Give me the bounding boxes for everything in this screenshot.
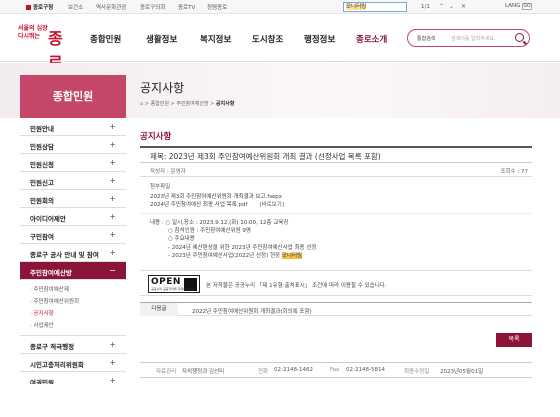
kogl-open-logo: OPEN 공공누리 공공저작물 자유이용허락 (148, 275, 200, 294)
language-select[interactable]: LANG (505, 3, 520, 9)
lnb-item[interactable]: 시민고충처리위원회 (20, 354, 126, 372)
find-close-icon[interactable]: ✕ (461, 3, 466, 10)
breadcrumb-current: 공지사항 (215, 101, 235, 107)
board-view: 공지사항 제목: 2023년 제3회 주민참여예산위원회 개최 결과 (선정사업… (140, 130, 532, 347)
post: 제목: 2023년 제3회 주민참여예산위원회 개최 결과 (선정사업 목록 포… (140, 146, 532, 317)
lnb-item[interactable]: 민원신청 (20, 154, 126, 172)
lnb-subitem[interactable]: · 사업제안 (30, 320, 126, 332)
list-button[interactable]: 목록 (496, 333, 532, 347)
attachments: 첨부파일 2023년 제3회 주민참여예산위원회 개최결과 보고.hwpx 20… (140, 177, 532, 214)
gnb-item[interactable]: 복지정보 (200, 33, 231, 45)
lnb-item[interactable]: 민원신고 (20, 172, 126, 190)
utility-link-home[interactable]: 종로구청 (26, 3, 53, 11)
left-nav: 민원안내 민원상담 민원신청 민원신고 민원회의 아이디어제안 구민참여 종로구… (20, 118, 126, 390)
lnb-item[interactable]: 아이디어제안 (20, 208, 126, 226)
gnb-item[interactable]: 종합민원 (90, 33, 121, 45)
gnb-item[interactable]: 생활정보 (146, 33, 177, 45)
license-box: OPEN 공공누리 공공저작물 자유이용허락 본 저작물은 공공누리 「제 1유… (140, 270, 532, 297)
page-title: 공지사항 (140, 81, 185, 95)
lnb-item-active[interactable]: 주민참여예산방 (20, 262, 126, 280)
next-post-label: 다음글 (140, 303, 178, 317)
language-go-button[interactable]: GO (522, 3, 532, 10)
breadcrumb-item[interactable]: 주민참여예산방 (176, 101, 208, 107)
breadcrumb-item[interactable]: 종합민원 (151, 101, 169, 107)
lnb-subitem[interactable]: · 주민참여예산제 (30, 284, 126, 296)
post-meta: 작성자 : 운영자 조회수 : 77 (140, 163, 532, 177)
lnb-item[interactable]: 민원상담 (20, 136, 126, 154)
find-next-icon[interactable]: ⌄ (449, 3, 454, 10)
utility-link[interactable]: 보건소 (68, 3, 83, 11)
section-title: 공지사항 (140, 132, 172, 142)
attachments-label: 첨부파일 (150, 184, 171, 190)
search-input[interactable]: 검색어를 입력하세요. (451, 35, 496, 42)
lnb-item[interactable]: 구민참여 (20, 226, 126, 244)
search-icon[interactable] (515, 33, 524, 42)
lnb-title: 종합민원 (20, 75, 126, 118)
home-icon[interactable]: ⌂ (140, 101, 143, 107)
preview-link[interactable]: [바로보기] (259, 202, 284, 208)
find-input[interactable]: 모니터링 (343, 2, 407, 12)
find-in-page-bar: 모니터링 1/1 ⌃ ⌄ ✕ (343, 2, 531, 13)
content-manager-info: 자료관리 자치행정과 김선미 전화 02-2148-1462 Fax 02-21… (140, 362, 532, 378)
site-header: 서울의 심장 다시뛰는 종로 종합민원 생활정보 복지정보 도시창조 행정정보 … (0, 15, 560, 72)
gnb-item[interactable]: 행정정보 (304, 33, 335, 45)
post-title: 제목: 2023년 제3회 주민참여예산위원회 개최 결과 (선정사업 목록 포… (140, 148, 532, 163)
post-views: 조회수 : 77 (500, 169, 528, 175)
find-previous-icon[interactable]: ⌃ (439, 3, 444, 10)
site-logo[interactable]: 서울의 심장 다시뛰는 종로 (18, 25, 63, 72)
post-body: 내용 : ○ 일시,장소 : 2023.9.12.(화) 10:00, 12층 … (150, 220, 317, 259)
search-scope-select[interactable]: 통합검색 (417, 35, 435, 42)
license-text: 본 저작물은 공공누리 「제 1유형:출처표시」 조건에 따라 이용할 수 있습… (206, 283, 387, 290)
attachment-link[interactable]: 2024년 주민참여예산 최종 사업 목록.pdf (150, 202, 247, 208)
utility-link[interactable]: 종로TV (178, 3, 195, 11)
lnb-item[interactable]: 민원안내 (20, 118, 126, 136)
breadcrumb: ⌂ > 종합민원 > 주민참여예산방 > 공지사항 (140, 101, 235, 107)
home-icon (26, 4, 31, 10)
utility-link[interactable]: 역사문화관광 (96, 3, 126, 11)
post-author: 작성자 : 운영자 (150, 169, 186, 175)
lnb-item[interactable]: 민원회의 (20, 190, 126, 208)
utility-bar: 종로구청 보건소 역사문화관광 종로구의회 종로TV 청렴종로 모니터링 1/1… (0, 0, 560, 14)
utility-link[interactable]: 청렴종로 (207, 3, 227, 11)
next-post-link[interactable]: 2022년 주민참여예산위원회 개최결과(회의록 포함) (192, 307, 312, 315)
find-match-count: 1/1 (421, 4, 430, 10)
lnb-subitem-current[interactable]: · 공지사항 (30, 308, 126, 320)
next-post-row: 다음글 2022년 주민참여예산위원회 개최결과(회의록 포함) (140, 302, 532, 317)
lnb-item[interactable]: 종로구 공사 안내 및 참여 (20, 244, 126, 262)
lnb-submenu: · 주민참여예산제 · 주민참여예산위원회 · 공지사항 · 사업제안 (20, 280, 126, 336)
site-search: 통합검색 검색어를 입력하세요. (407, 29, 530, 47)
lnb-subitem[interactable]: · 주민참여예산위원회 (30, 296, 126, 308)
page-bottom (0, 384, 560, 417)
utility-link[interactable]: 종로구의회 (140, 3, 165, 11)
gnb-item[interactable]: 도시창조 (252, 33, 283, 45)
gnb-item-active[interactable]: 종로소개 (356, 33, 387, 45)
attachment-link[interactable]: 2023년 제3회 주민참여예산위원회 개최결과 보고.hwpx (150, 193, 532, 201)
lnb-item[interactable]: 종로구 적극행정 (20, 336, 126, 354)
search-highlight: 모니터링 (281, 252, 303, 259)
